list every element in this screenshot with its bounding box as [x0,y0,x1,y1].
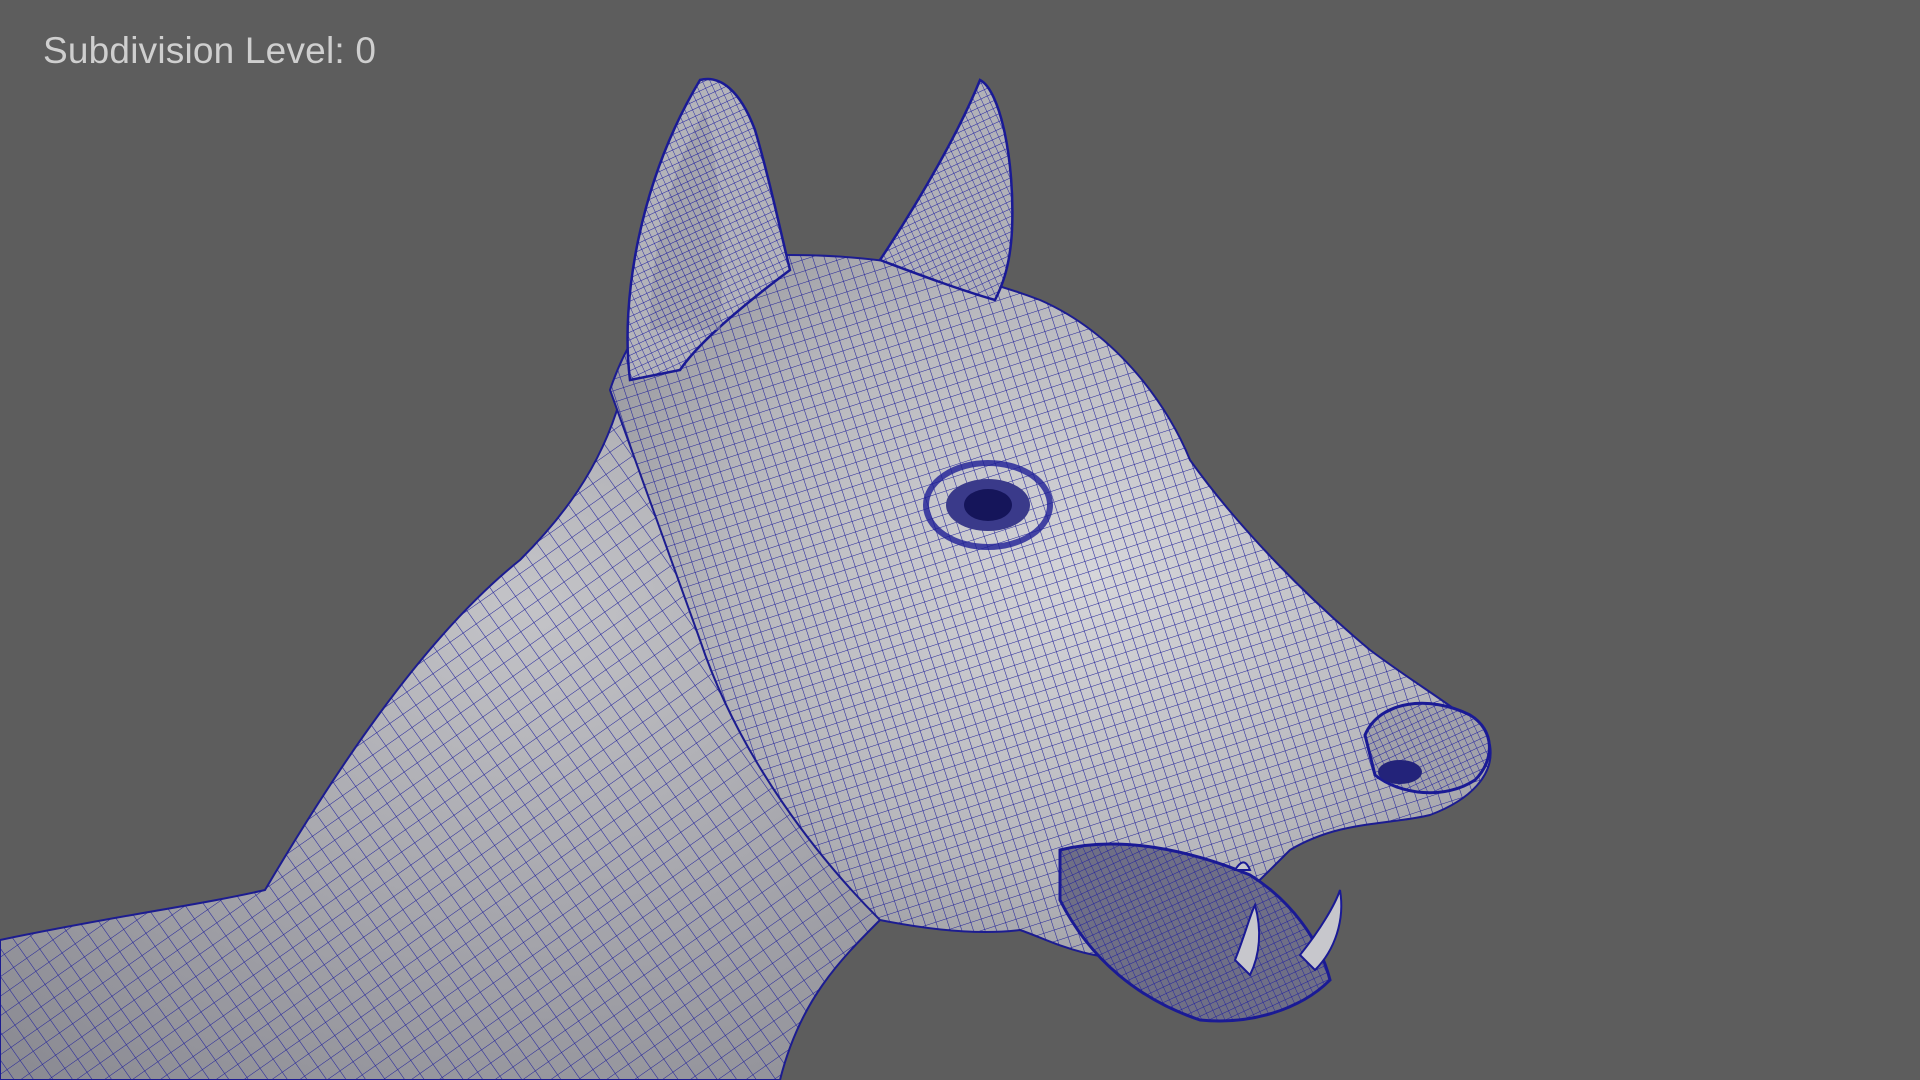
right-ear-mesh [878,78,1014,302]
mouth-mesh [1058,842,1343,1023]
dog-head-model[interactable] [0,0,1920,1080]
subdivision-level-label: Subdivision Level: 0 [43,30,377,71]
3d-viewport[interactable]: Subdivision Level: 0 [0,0,1920,1080]
nose-mesh [1363,701,1491,795]
